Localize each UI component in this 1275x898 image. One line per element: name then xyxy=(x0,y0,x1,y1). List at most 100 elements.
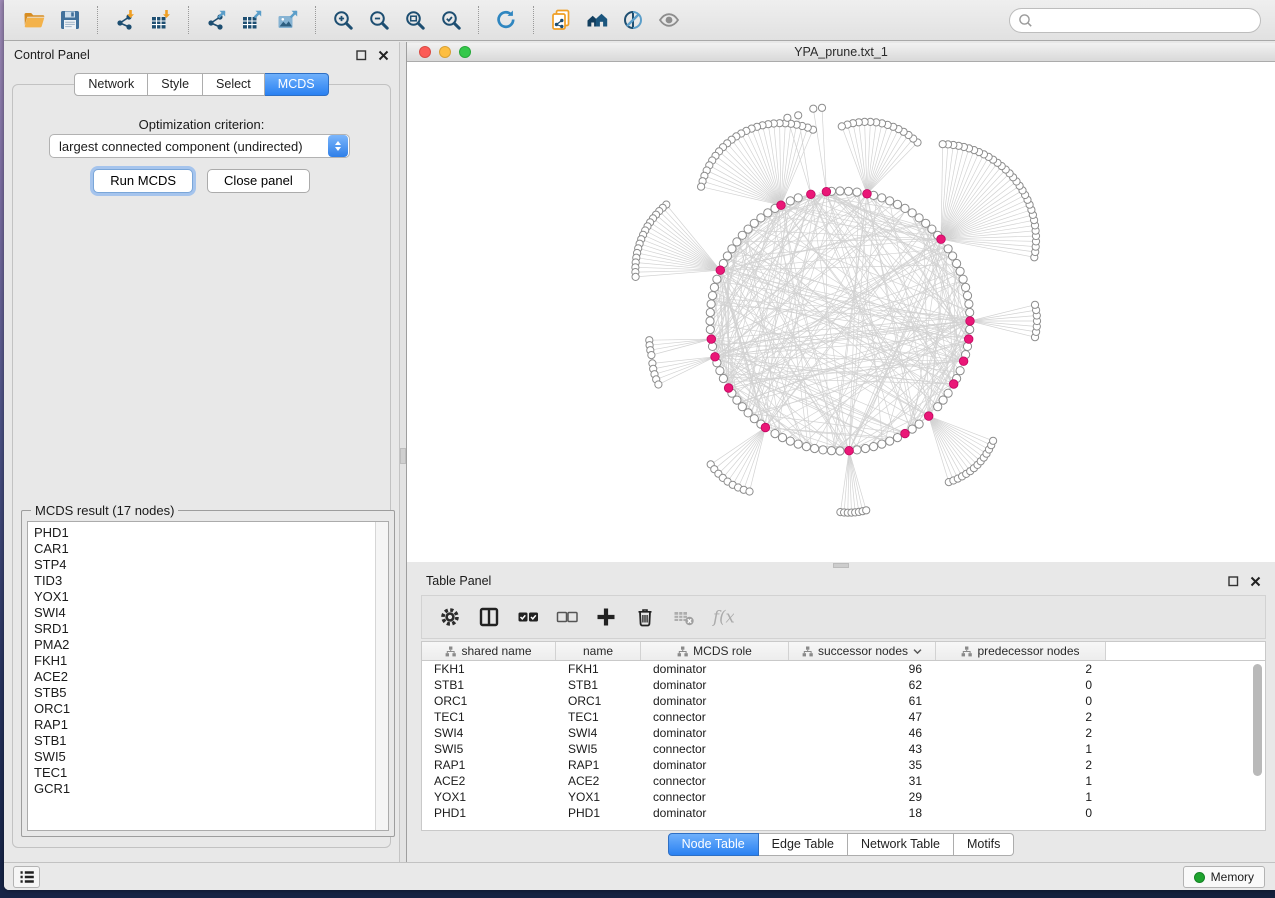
table-row[interactable]: FKH1FKH1dominator962 xyxy=(422,661,1265,677)
clone-network-button[interactable] xyxy=(546,5,576,35)
table-row[interactable]: STB1STB1dominator620 xyxy=(422,677,1265,693)
tab-mcds[interactable]: MCDS xyxy=(265,73,329,96)
close-panel-icon[interactable] xyxy=(377,49,389,61)
column-header-MCDS-role[interactable]: MCDS role xyxy=(641,642,789,660)
result-node[interactable]: PMA2 xyxy=(34,637,388,653)
table-scrollbar[interactable] xyxy=(1251,662,1263,828)
function-icon: f(x) xyxy=(712,606,734,628)
result-node[interactable]: FKH1 xyxy=(34,653,388,669)
float-table-panel-icon[interactable] xyxy=(1227,575,1239,587)
cell-name: FKH1 xyxy=(556,661,641,677)
result-node[interactable]: TID3 xyxy=(34,573,388,589)
hide-annotations-button[interactable] xyxy=(618,5,648,35)
result-node[interactable]: CAR1 xyxy=(34,541,388,557)
table-row[interactable]: ORC1ORC1dominator610 xyxy=(422,693,1265,709)
table-row[interactable]: RAP1RAP1dominator352 xyxy=(422,757,1265,773)
table-toolbar: f(x) xyxy=(421,595,1266,639)
float-panel-icon[interactable] xyxy=(355,49,367,61)
vertical-splitter[interactable] xyxy=(399,42,407,862)
split-columns-icon xyxy=(478,606,500,628)
add-button[interactable] xyxy=(595,606,617,628)
sitemap-icon xyxy=(802,646,813,657)
table-row[interactable]: SWI4SWI4dominator462 xyxy=(422,725,1265,741)
import-network-button[interactable] xyxy=(110,5,140,35)
cell-shared-name: STB1 xyxy=(422,677,556,693)
memory-button[interactable]: Memory xyxy=(1183,866,1265,888)
save-button[interactable] xyxy=(55,5,85,35)
select-checks-button[interactable] xyxy=(517,606,539,628)
result-node[interactable]: ACE2 xyxy=(34,669,388,685)
table-tab-network-table[interactable]: Network Table xyxy=(848,833,954,856)
show-panels-button[interactable] xyxy=(13,866,40,888)
export-network-button[interactable] xyxy=(201,5,231,35)
home-networks-button[interactable] xyxy=(582,5,612,35)
result-node[interactable]: STP4 xyxy=(34,557,388,573)
result-node[interactable]: SRD1 xyxy=(34,621,388,637)
result-node[interactable]: GCR1 xyxy=(34,781,388,797)
search-input[interactable] xyxy=(1036,10,1260,30)
gear-button[interactable] xyxy=(439,606,461,628)
cell-name: SWI4 xyxy=(556,725,641,741)
clear-checks-button[interactable] xyxy=(556,606,578,628)
refresh-button[interactable] xyxy=(491,5,521,35)
show-annotations-button[interactable] xyxy=(654,5,684,35)
result-node[interactable]: STB1 xyxy=(34,733,388,749)
result-node[interactable]: YOX1 xyxy=(34,589,388,605)
cell-successor-nodes: 96 xyxy=(789,661,936,677)
import-table-button[interactable] xyxy=(146,5,176,35)
column-header-name[interactable]: name xyxy=(556,642,641,660)
close-panel-button[interactable]: Close panel xyxy=(207,169,310,193)
zoom-selected-button[interactable] xyxy=(436,5,466,35)
column-header-predecessor-nodes[interactable]: predecessor nodes xyxy=(936,642,1106,660)
function-button: f(x) xyxy=(712,606,734,628)
network-view[interactable] xyxy=(407,62,1275,562)
column-header-shared-name[interactable]: shared name xyxy=(422,642,556,660)
table-tab-motifs[interactable]: Motifs xyxy=(954,833,1014,856)
table-row[interactable]: ACE2ACE2connector311 xyxy=(422,773,1265,789)
table-tab-node-table[interactable]: Node Table xyxy=(668,833,759,856)
result-node[interactable]: SWI5 xyxy=(34,749,388,765)
result-scrollbar[interactable] xyxy=(375,522,388,830)
sort-desc-icon xyxy=(913,648,922,655)
table-scrollbar-thumb[interactable] xyxy=(1253,664,1262,776)
zoom-in-button[interactable] xyxy=(328,5,358,35)
import-network-icon xyxy=(113,8,137,32)
table-row[interactable]: TEC1TEC1connector472 xyxy=(422,709,1265,725)
result-node[interactable]: PHD1 xyxy=(34,525,388,541)
delete-button[interactable] xyxy=(634,606,656,628)
close-table-panel-icon[interactable] xyxy=(1249,575,1261,587)
cell-MCDS-role: connector xyxy=(641,773,789,789)
table-row[interactable]: YOX1YOX1connector291 xyxy=(422,789,1265,805)
node-table[interactable]: shared namenameMCDS rolesuccessor nodesp… xyxy=(421,641,1266,831)
table-tabs: Node TableEdge TableNetwork TableMotifs xyxy=(407,833,1275,856)
control-tabs: NetworkStyleSelectMCDS xyxy=(4,73,399,96)
mcds-result-listbox[interactable]: PHD1CAR1STP4TID3YOX1SWI4SRD1PMA2FKH1ACE2… xyxy=(27,521,389,831)
export-image-button[interactable] xyxy=(273,5,303,35)
optimization-dropdown[interactable]: largest connected component (undirected) xyxy=(49,134,350,158)
table-tab-edge-table[interactable]: Edge Table xyxy=(759,833,848,856)
table-row[interactable]: SWI5SWI5connector431 xyxy=(422,741,1265,757)
run-mcds-button[interactable]: Run MCDS xyxy=(93,169,193,193)
result-node[interactable]: TEC1 xyxy=(34,765,388,781)
result-node[interactable]: ORC1 xyxy=(34,701,388,717)
zoom-out-button[interactable] xyxy=(364,5,394,35)
column-header-successor-nodes[interactable]: successor nodes xyxy=(789,642,936,660)
result-node[interactable]: RAP1 xyxy=(34,717,388,733)
table-row[interactable]: PHD1PHD1dominator180 xyxy=(422,805,1265,821)
cell-predecessor-nodes: 1 xyxy=(936,773,1106,789)
vertical-splitter-handle[interactable] xyxy=(400,448,406,464)
cell-MCDS-role: dominator xyxy=(641,725,789,741)
export-network-icon xyxy=(204,8,228,32)
horizontal-splitter-handle[interactable] xyxy=(833,563,849,568)
split-columns-button[interactable] xyxy=(478,606,500,628)
zoom-fit-button[interactable] xyxy=(400,5,430,35)
horizontal-splitter[interactable] xyxy=(407,562,1275,569)
result-node[interactable]: SWI4 xyxy=(34,605,388,621)
tab-select[interactable]: Select xyxy=(203,73,265,96)
result-node[interactable]: STB5 xyxy=(34,685,388,701)
tab-style[interactable]: Style xyxy=(148,73,203,96)
open-folder-button[interactable] xyxy=(19,5,49,35)
cell-predecessor-nodes: 1 xyxy=(936,789,1106,805)
tab-network[interactable]: Network xyxy=(74,73,148,96)
export-table-button[interactable] xyxy=(237,5,267,35)
